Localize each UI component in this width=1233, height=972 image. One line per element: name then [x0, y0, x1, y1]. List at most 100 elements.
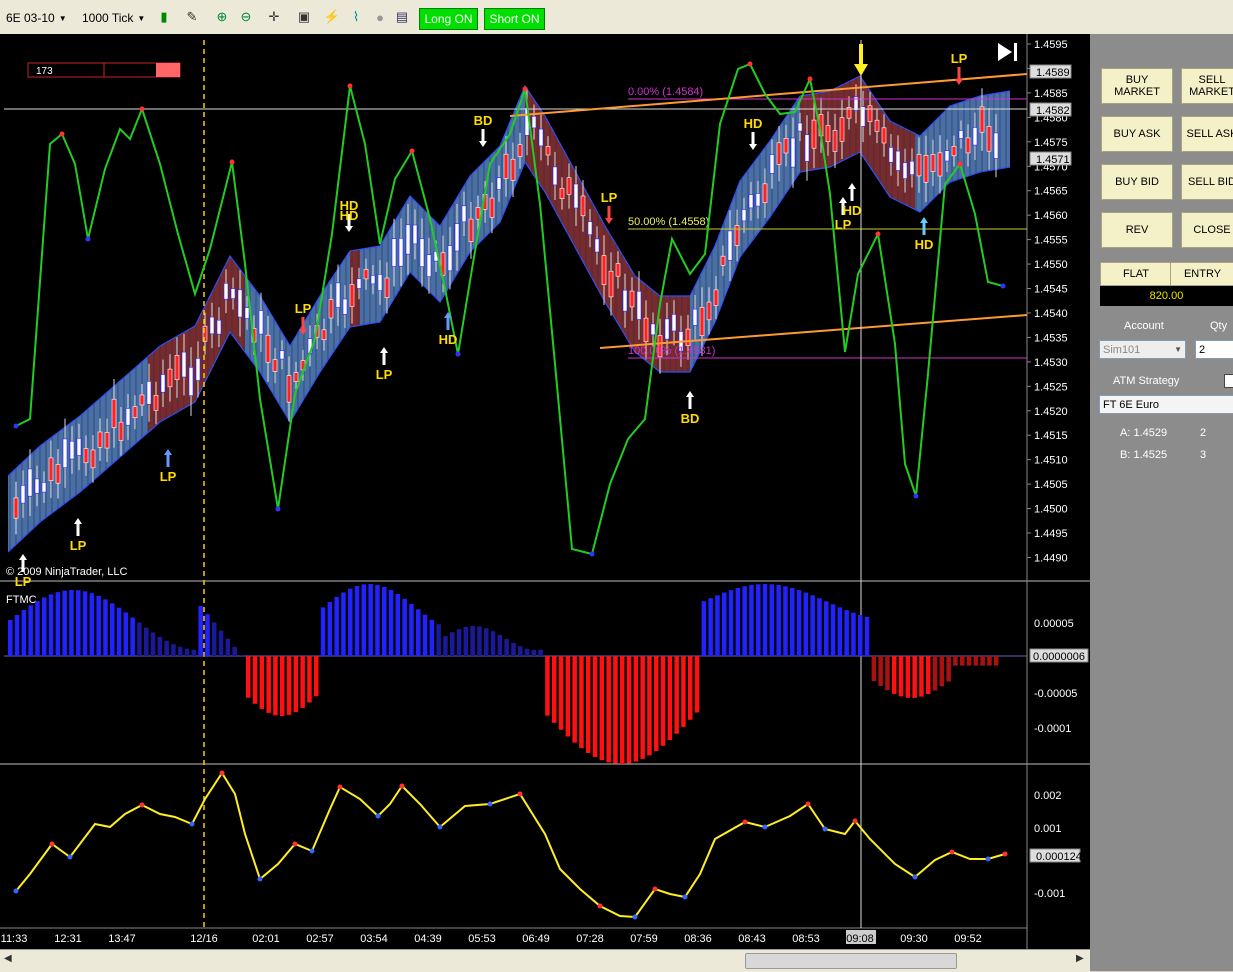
ftmc-bar — [524, 648, 530, 656]
zoom-in-icon[interactable]: ⊕ — [214, 9, 230, 25]
long-on-button[interactable]: Long ON — [419, 8, 478, 30]
ftmc-bar — [354, 586, 360, 656]
ftmc-bar — [144, 627, 149, 656]
ftmc-bar — [878, 656, 883, 686]
short-on-button[interactable]: Short ON — [484, 8, 545, 30]
yellow-pivots — [13, 770, 1008, 920]
ftmc-bar — [837, 607, 843, 656]
zoom-out-icon[interactable]: ⊖ — [238, 9, 254, 25]
price-tag-1: 1.4589 — [1029, 64, 1072, 79]
ftmc-bar — [48, 594, 54, 656]
ftmc-bar — [130, 617, 135, 656]
price-tick: 1.4540 — [1034, 308, 1068, 320]
ftmc-bar — [810, 595, 815, 656]
ftmc-bar — [69, 590, 74, 656]
indicators-icon[interactable]: ⌇ — [348, 9, 364, 25]
horizontal-scrollbar[interactable]: ◀ ▶ — [0, 949, 1090, 972]
sell-ask-button[interactable]: SELL ASK — [1181, 116, 1233, 152]
data-box-icon[interactable]: ▤ — [394, 9, 410, 25]
chart-toolbar: 6E 03-10 ▼ 1000 Tick ▼ ▮ ✎ ⊕ ⊖ ✛ ▣ ⚡ ⌇ ●… — [0, 0, 1233, 35]
ftmc-bar — [266, 656, 271, 713]
osc-tick: 0.002 — [1034, 790, 1062, 802]
ftmc-bar — [307, 656, 312, 703]
ftmc-bar — [76, 590, 81, 656]
sell-bid-button[interactable]: SELL BID — [1181, 164, 1233, 200]
time-tick: 09:52 — [954, 933, 982, 945]
properties-icon[interactable]: ▣ — [296, 9, 312, 25]
buy-market-button[interactable]: BUY MARKET — [1101, 68, 1173, 104]
ftmc-bar — [919, 656, 924, 697]
ftmc-bar — [293, 656, 299, 713]
ftmc-bar — [858, 615, 863, 656]
ftmc-bar — [654, 656, 659, 751]
ftmc-bar — [796, 590, 802, 656]
ftmc-bar — [490, 631, 496, 656]
atm-checkbox[interactable] — [1224, 374, 1233, 388]
play-to-end-icon[interactable] — [998, 43, 1017, 61]
strategy-icon[interactable]: ⚡ — [324, 9, 340, 25]
reverse-button[interactable]: REV — [1101, 212, 1173, 248]
ftmc-bar — [926, 656, 931, 695]
ftmc-bar — [898, 656, 904, 697]
ftmc-bar — [259, 656, 265, 709]
copyright-text: © 2009 NinjaTrader, LLC — [6, 566, 127, 578]
ftmc-bar — [518, 646, 523, 656]
ftmc-bar — [314, 656, 319, 697]
ftmc-bar — [912, 656, 917, 698]
atm-strategy-select[interactable]: FT 6E Euro — [1099, 395, 1233, 414]
svg-text:1.4571: 1.4571 — [1036, 154, 1070, 166]
ftmc-bar — [790, 588, 795, 656]
interval-label: 1000 Tick — [82, 11, 134, 25]
account-select[interactable]: Sim101 ▼ — [1099, 340, 1186, 359]
ftmc-bar — [157, 636, 163, 656]
candlestick-icon[interactable]: ▮ — [156, 9, 172, 25]
close-position-button[interactable]: CLOSE — [1181, 212, 1233, 248]
ftmc-bar — [892, 656, 897, 694]
svg-text:0.0000006: 0.0000006 — [1033, 651, 1085, 663]
ftmc-bar — [273, 656, 278, 716]
time-tick: 08:53 — [792, 933, 820, 945]
ftmc-bar — [626, 656, 632, 764]
crosshair-icon[interactable]: ✛ — [266, 9, 282, 25]
signal-label: LP — [295, 301, 312, 316]
instrument-selector[interactable]: 6E 03-10 ▼ — [6, 8, 67, 28]
qty-input[interactable]: 2 — [1195, 340, 1233, 359]
ftmc-bar — [824, 601, 829, 656]
interval-selector[interactable]: 1000 Tick ▼ — [82, 8, 145, 28]
time-tick: 13:47 — [108, 933, 136, 945]
ftmc-bar — [776, 585, 781, 656]
level-b-qty: 3 — [1200, 449, 1207, 461]
osc-tag: 0.000124 — [1029, 848, 1082, 863]
ftmc-bar — [300, 656, 305, 708]
pencil-icon[interactable]: ✎ — [184, 9, 200, 25]
buy-ask-button[interactable]: BUY ASK — [1101, 116, 1173, 152]
price-chart[interactable]: 173 0.00% (1.4584) 50.00% (1.4558) 100.0… — [0, 34, 1090, 949]
ftmc-bar — [885, 656, 890, 691]
ftmc-bar — [205, 614, 210, 656]
signal-label: HD — [843, 203, 862, 218]
ftmc-bar — [694, 656, 700, 713]
ftmc-bar — [388, 590, 394, 656]
ftmc-bar — [864, 616, 870, 656]
scroll-left-icon[interactable]: ◀ — [4, 953, 12, 964]
buy-bid-button[interactable]: BUY BID — [1101, 164, 1173, 200]
signal-label: LP — [601, 190, 618, 205]
price-tick: 1.4555 — [1034, 235, 1068, 247]
chart-area[interactable]: 173 0.00% (1.4584) 50.00% (1.4558) 100.0… — [0, 34, 1090, 971]
ftmc-bar — [62, 590, 67, 656]
ftmc-tick: 0.00005 — [1034, 618, 1074, 630]
signal-label: HD — [439, 332, 458, 347]
ftmc-bar — [851, 612, 856, 656]
sphere-icon[interactable]: ● — [372, 9, 388, 25]
time-tick: 03:54 — [360, 933, 388, 945]
price-tick: 1.4535 — [1034, 332, 1068, 344]
ftmc-bar — [443, 636, 448, 656]
scroll-right-icon[interactable]: ▶ — [1076, 953, 1084, 964]
scroll-thumb[interactable] — [745, 953, 957, 969]
signal-label: BD — [474, 113, 493, 128]
sell-market-button[interactable]: SELL MARKET — [1181, 68, 1233, 104]
level-b-price: B: 1.4525 — [1120, 449, 1168, 461]
ftmc-bar — [225, 638, 231, 656]
signal-marker: HD — [843, 183, 862, 218]
signal-marker: HD — [915, 217, 933, 252]
